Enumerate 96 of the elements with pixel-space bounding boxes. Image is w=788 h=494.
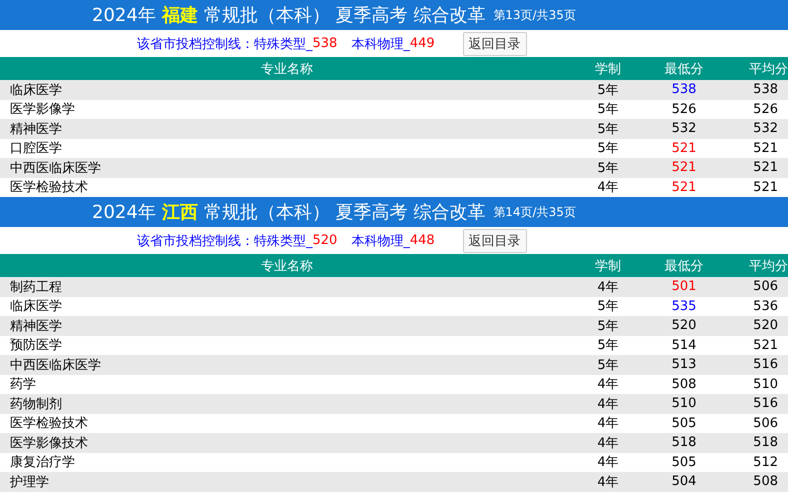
table-cell-text: 538 — [752, 82, 779, 98]
table-cell-text: 5年 — [596, 160, 620, 177]
table-cell-text: 514 — [670, 338, 698, 353]
back-button[interactable]: 返回目录 — [462, 228, 527, 252]
table-cell-text: 预防医学 — [9, 337, 63, 354]
table-cell-text: 4年 — [596, 278, 620, 296]
back-button[interactable]: 返回目录 — [462, 32, 527, 56]
table-cell-text: 医学检验技术 — [9, 415, 89, 432]
table-cell-text: 中西医临床医学 — [9, 160, 102, 177]
table-cell-text: 521 — [670, 180, 698, 195]
control-line-score: 520 — [312, 233, 338, 248]
title-text: 常规批（本科） 夏季高考 综合改革 — [204, 201, 486, 224]
table-cell-text: 5年 — [596, 318, 620, 335]
table-cell-text: 506 — [752, 416, 779, 431]
table-cell-text: 521 — [752, 180, 779, 195]
table-cell-text: 5年 — [596, 298, 620, 316]
province-name: 福建 — [162, 4, 198, 27]
table-cell-text: 药物制剂 — [9, 396, 63, 413]
table-cell-text: 508 — [752, 474, 779, 490]
table-cell-text: 536 — [752, 298, 779, 314]
column-header: 专业名称 — [260, 258, 314, 274]
table-cell-text: 526 — [752, 102, 779, 117]
table-cell-text: 5年 — [596, 82, 620, 99]
table-cell-text: 4年 — [596, 179, 620, 196]
table-cell-text: 4年 — [596, 474, 620, 491]
table-cell-text: 医学影像技术 — [9, 434, 89, 452]
table-cell-text: 504 — [670, 474, 698, 490]
table-cell-text: 506 — [752, 279, 779, 294]
page-indicator: 第14页/共35页 — [493, 204, 576, 220]
table-cell-text: 口腔医学 — [9, 140, 63, 158]
table-cell-text: 护理学 — [9, 474, 50, 491]
title-text: 常规批（本科） 夏季高考 综合改革 — [204, 4, 486, 27]
column-header: 专业名称 — [260, 60, 314, 78]
table-cell-text: 5年 — [596, 356, 620, 374]
table-cell-text: 508 — [670, 376, 698, 392]
table-cell-text: 中西医临床医学 — [9, 356, 102, 374]
table-cell-text: 4年 — [596, 396, 620, 413]
column-header: 学制 — [594, 258, 622, 274]
table-cell-text: 501 — [670, 279, 698, 294]
table-cell-text: 5年 — [596, 140, 620, 158]
page-indicator: 第13页/共35页 — [493, 6, 576, 24]
table-cell-text: 5年 — [596, 337, 620, 354]
control-line-label: 该省市投档控制线： — [137, 36, 254, 52]
table-cell-text: 521 — [752, 338, 779, 353]
control-line-score: 538 — [312, 36, 338, 51]
table-cell-text: 532 — [670, 121, 698, 136]
table-cell-text: 518 — [670, 435, 698, 450]
control-line-score: 448 — [410, 233, 435, 248]
title-year: 2024年 — [92, 201, 156, 224]
province-name: 江西 — [162, 201, 198, 224]
table-cell-text: 精神医学 — [9, 120, 63, 138]
table-cell-text: 510 — [670, 396, 698, 412]
control-line-score: 449 — [410, 36, 435, 51]
table-cell-text: 505 — [670, 454, 698, 470]
column-header: 平均分 — [748, 258, 788, 274]
table-cell-text: 520 — [670, 318, 698, 334]
control-line-type: 特殊类型_ — [254, 36, 312, 52]
table-cell-text: 505 — [670, 416, 698, 431]
table-cell-text: 518 — [752, 435, 779, 450]
table-cell-text: 513 — [670, 357, 698, 372]
table-cell-text: 康复治疗学 — [9, 454, 76, 472]
table-cell-text: 5年 — [596, 120, 620, 138]
table-cell-text: 510 — [752, 376, 779, 392]
table-cell-text: 医学检验技术 — [9, 179, 89, 196]
column-header: 平均分 — [748, 60, 788, 78]
table-cell-text: 5年 — [596, 101, 620, 118]
table-cell-text: 538 — [670, 82, 698, 98]
control-line-label: 该省市投档控制线： — [137, 232, 254, 250]
table-cell-text: 4年 — [596, 434, 620, 452]
table-cell-text: 医学影像学 — [9, 101, 76, 118]
table-cell-text: 521 — [670, 160, 698, 176]
table-cell-text: 520 — [752, 318, 779, 334]
title-year: 2024年 — [92, 4, 156, 27]
table-cell-text: 药学 — [9, 376, 37, 394]
table-cell-text: 临床医学 — [9, 82, 63, 99]
table-cell-text: 521 — [670, 140, 698, 156]
table-cell-text: 532 — [752, 121, 779, 136]
table-cell-text: 精神医学 — [9, 318, 63, 335]
table-cell-text: 521 — [752, 160, 779, 176]
column-header: 学制 — [594, 60, 622, 78]
control-line-type: 本科物理_ — [351, 232, 410, 250]
table-cell-text: 临床医学 — [9, 298, 63, 316]
control-line-type: 特殊类型_ — [254, 232, 312, 250]
table-cell-text: 521 — [752, 140, 779, 156]
table-cell-text: 4年 — [596, 415, 620, 432]
table-cell-text: 516 — [752, 357, 779, 372]
table-cell-text: 516 — [752, 396, 779, 412]
table-cell-text: 535 — [670, 298, 698, 314]
table-cell-text: 4年 — [596, 454, 620, 472]
table-cell-text: 制药工程 — [9, 278, 63, 296]
table-cell-text: 526 — [670, 102, 698, 117]
control-line-type: 本科物理_ — [351, 36, 410, 52]
column-header: 最低分 — [664, 258, 704, 274]
column-header: 最低分 — [664, 60, 704, 78]
table-cell-text: 512 — [752, 454, 779, 470]
table-cell-text: 4年 — [596, 376, 620, 394]
